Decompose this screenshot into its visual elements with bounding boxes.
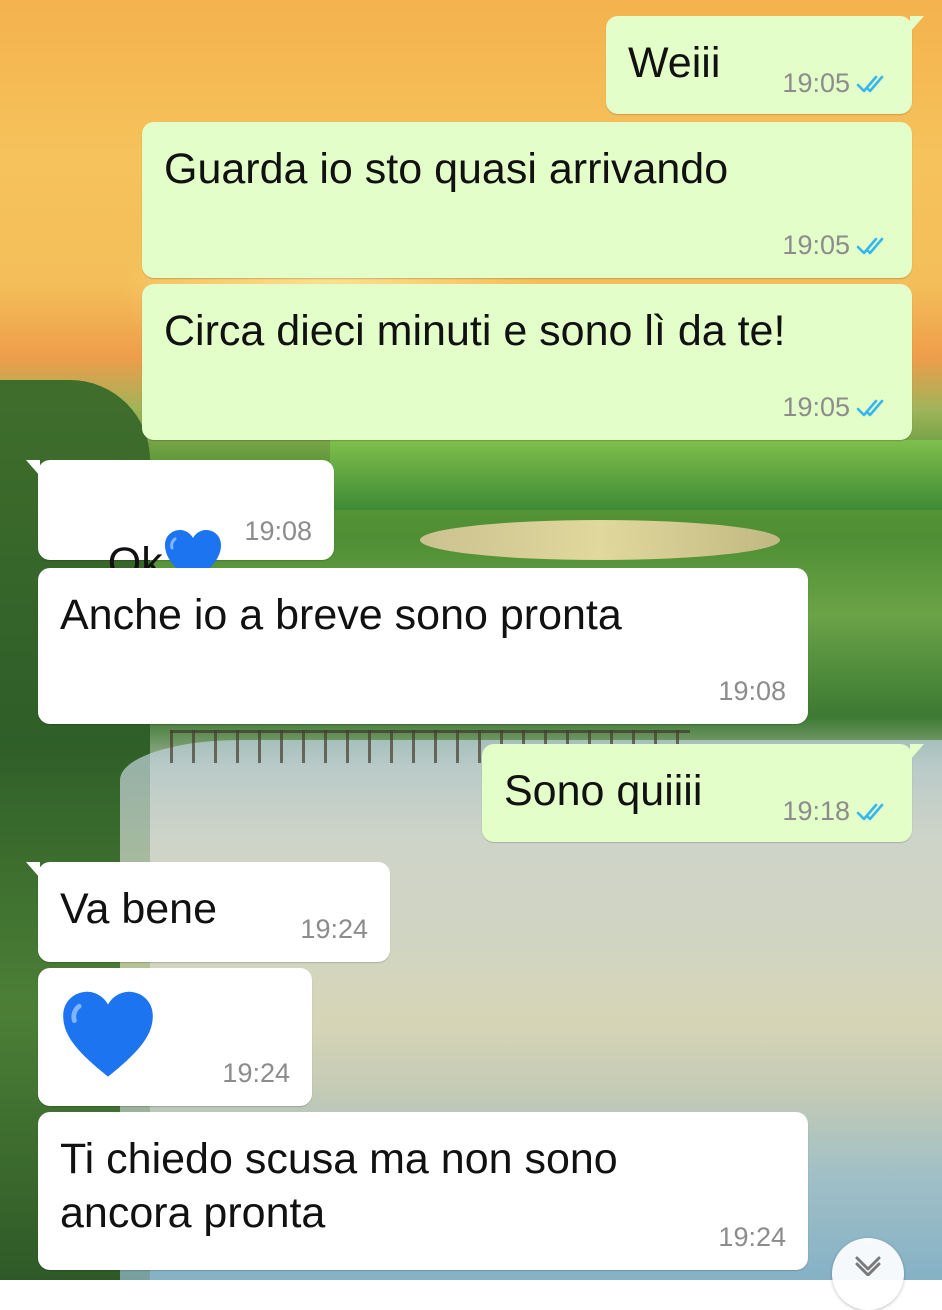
message-meta: 19:24 — [300, 914, 368, 945]
wallpaper-pond — [420, 520, 780, 560]
chevron-down-icon — [855, 1256, 881, 1276]
message-meta: 19:05 — [782, 392, 890, 423]
message-meta: 19:05 — [782, 230, 890, 261]
message-time: 19:24 — [300, 914, 368, 944]
message-bubble-incoming[interactable]: 19:24 — [38, 968, 312, 1106]
message-meta: 19:08 — [718, 676, 786, 707]
message-time: 19:05 — [782, 68, 850, 98]
message-time: 19:18 — [782, 796, 850, 826]
message-bubble-incoming[interactable]: Va bene 19:24 — [26, 862, 390, 962]
message-bubble-outgoing[interactable]: Weiii 19:05 — [606, 16, 924, 114]
message-meta: 19:08 — [244, 516, 312, 547]
message-text: Ti chiedo scusa ma non sono ancora pront… — [60, 1135, 618, 1237]
message-bubble-incoming[interactable]: Ti chiedo scusa ma non sono ancora pront… — [38, 1112, 808, 1270]
message-time: 19:24 — [222, 1058, 290, 1088]
message-meta: 19:18 — [782, 796, 890, 827]
message-time: 19:08 — [718, 676, 786, 706]
message-text: Guarda io sto quasi arrivando — [164, 145, 729, 193]
double-check-icon — [856, 803, 884, 820]
message-time: 19:05 — [782, 230, 850, 260]
message-time: 19:08 — [244, 516, 312, 546]
message-meta: 19:05 — [782, 68, 890, 99]
message-text: Sono quiiii — [504, 767, 703, 815]
message-bubble-outgoing[interactable]: Sono quiiii 19:18 — [482, 744, 924, 842]
message-meta: 19:24 — [222, 1058, 290, 1089]
double-check-icon — [856, 399, 884, 416]
message-bubble-outgoing[interactable]: Guarda io sto quasi arrivando 19:05 — [142, 122, 912, 278]
message-time: 19:05 — [782, 392, 850, 422]
message-text: Va bene — [60, 885, 218, 933]
double-check-icon — [856, 75, 884, 92]
message-text: Circa dieci minuti e sono lì da te! — [164, 307, 786, 355]
message-bubble-outgoing[interactable]: Circa dieci minuti e sono lì da te! 19:0… — [142, 284, 912, 440]
scroll-to-bottom-button[interactable] — [832, 1238, 904, 1310]
message-meta: 19:24 — [718, 1222, 786, 1253]
message-bubble-incoming[interactable]: Anche io a breve sono pronta 19:08 — [38, 568, 808, 724]
message-bubble-incoming[interactable]: Ok 19:08 — [26, 460, 334, 587]
message-text: Anche io a breve sono pronta — [60, 591, 622, 639]
double-check-icon — [856, 237, 884, 254]
blue-heart-icon — [63, 991, 153, 1077]
message-text: Weiii — [628, 39, 721, 87]
message-time: 19:24 — [718, 1222, 786, 1252]
wallpaper-field — [330, 440, 942, 510]
